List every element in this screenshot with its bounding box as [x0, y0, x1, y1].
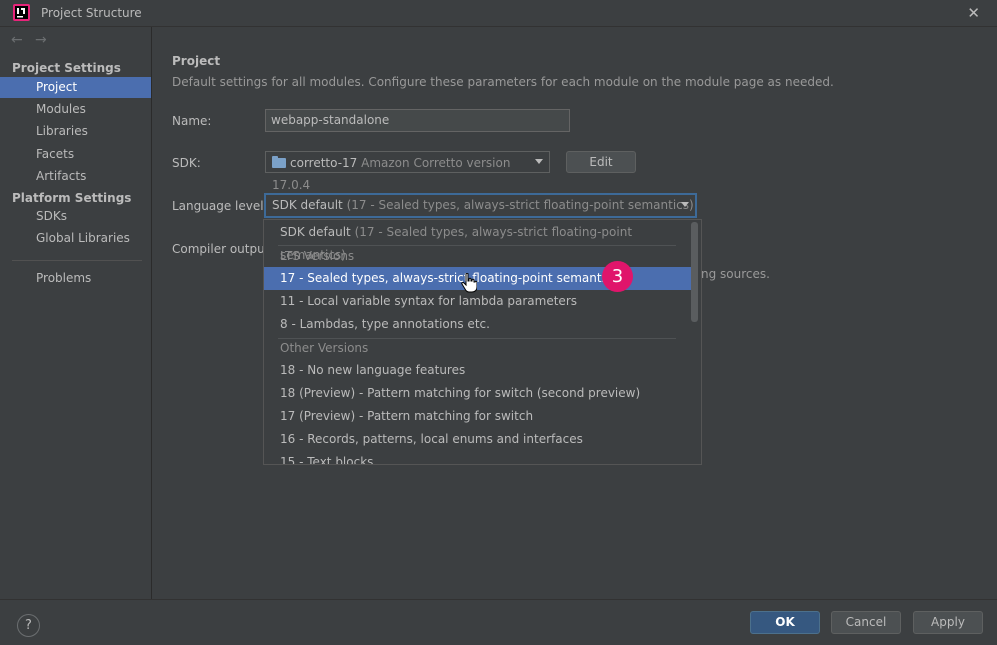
sidebar-item-problems[interactable]: Problems: [0, 268, 151, 289]
dropdown-item-java-15[interactable]: 15 - Text blocks: [264, 451, 692, 464]
dropdown-divider: [278, 338, 676, 339]
step-3-badge: 3: [602, 261, 633, 292]
dropdown-scrollbar[interactable]: [691, 222, 698, 322]
close-icon[interactable]: ✕: [967, 4, 980, 22]
sidebar: ← → Project Settings Project Modules Lib…: [0, 27, 152, 599]
chevron-down-icon: [535, 159, 543, 164]
name-input[interactable]: webapp-standalone: [265, 109, 570, 132]
sidebar-item-libraries[interactable]: Libraries: [0, 121, 151, 142]
sidebar-item-project[interactable]: Project: [0, 77, 151, 98]
sdk-label: SDK:: [172, 156, 201, 170]
dropdown-item-label: SDK default: [280, 225, 351, 239]
language-level-value: SDK default: [272, 198, 343, 212]
help-icon[interactable]: ?: [17, 614, 40, 637]
name-label: Name:: [172, 114, 212, 128]
platform-settings-heading: Platform Settings: [12, 191, 132, 205]
panel-heading: Project: [172, 54, 221, 68]
sidebar-item-sdks[interactable]: SDKs: [0, 206, 151, 227]
chevron-down-icon: [681, 202, 689, 207]
sdk-name: corretto-17: [290, 156, 358, 170]
lts-versions-heading: LTS Versions: [280, 249, 355, 263]
language-level-detail: (17 - Sealed types, always-strict floati…: [346, 198, 694, 212]
edit-sdk-button[interactable]: Edit: [566, 151, 636, 173]
title-bar: Project Structure ✕: [0, 0, 997, 27]
dropdown-item-java-8[interactable]: 8 - Lambdas, type annotations etc.: [264, 313, 692, 336]
dialog-footer: ? OK Cancel Apply: [0, 599, 997, 645]
language-level-label: Language level:: [172, 199, 268, 213]
sidebar-divider: [12, 260, 142, 261]
dropdown-item-java-17-preview[interactable]: 17 (Preview) - Pattern matching for swit…: [264, 405, 692, 428]
sdk-combobox[interactable]: corretto-17 Amazon Corretto version 17.0…: [265, 151, 550, 192]
hand-pointer-icon: [461, 273, 477, 293]
apply-button[interactable]: Apply: [913, 611, 983, 634]
sidebar-item-artifacts[interactable]: Artifacts: [0, 166, 151, 187]
dropdown-item-java-18[interactable]: 18 - No new language features: [264, 359, 692, 382]
forward-arrow-icon[interactable]: →: [35, 32, 47, 48]
dropdown-item-sdk-default[interactable]: SDK default (17 - Sealed types, always-s…: [264, 221, 692, 262]
sidebar-item-facets[interactable]: Facets: [0, 144, 151, 165]
language-level-combobox[interactable]: SDK default (17 - Sealed types, always-s…: [264, 193, 697, 218]
intellij-app-icon: [13, 4, 30, 21]
dropdown-item-java-18-preview[interactable]: 18 (Preview) - Pattern matching for swit…: [264, 382, 692, 405]
ok-button[interactable]: OK: [750, 611, 820, 634]
back-arrow-icon[interactable]: ←: [11, 32, 23, 48]
cancel-button[interactable]: Cancel: [831, 611, 901, 634]
sidebar-item-global-libraries[interactable]: Global Libraries: [0, 228, 151, 249]
window-title: Project Structure: [41, 6, 142, 20]
folder-icon: [272, 156, 286, 168]
dropdown-item-java-11[interactable]: 11 - Local variable syntax for lambda pa…: [264, 290, 692, 313]
dropdown-divider: [278, 245, 676, 246]
sidebar-item-modules[interactable]: Modules: [0, 99, 151, 120]
dropdown-item-java-16[interactable]: 16 - Records, patterns, local enums and …: [264, 428, 692, 451]
project-settings-heading: Project Settings: [12, 61, 121, 75]
other-versions-heading: Other Versions: [280, 341, 369, 355]
compiler-output-hint: ng sources.: [701, 267, 770, 281]
compiler-output-label: Compiler output:: [172, 242, 274, 256]
panel-description: Default settings for all modules. Config…: [172, 75, 834, 89]
language-level-dropdown: SDK default (17 - Sealed types, always-s…: [263, 219, 702, 465]
